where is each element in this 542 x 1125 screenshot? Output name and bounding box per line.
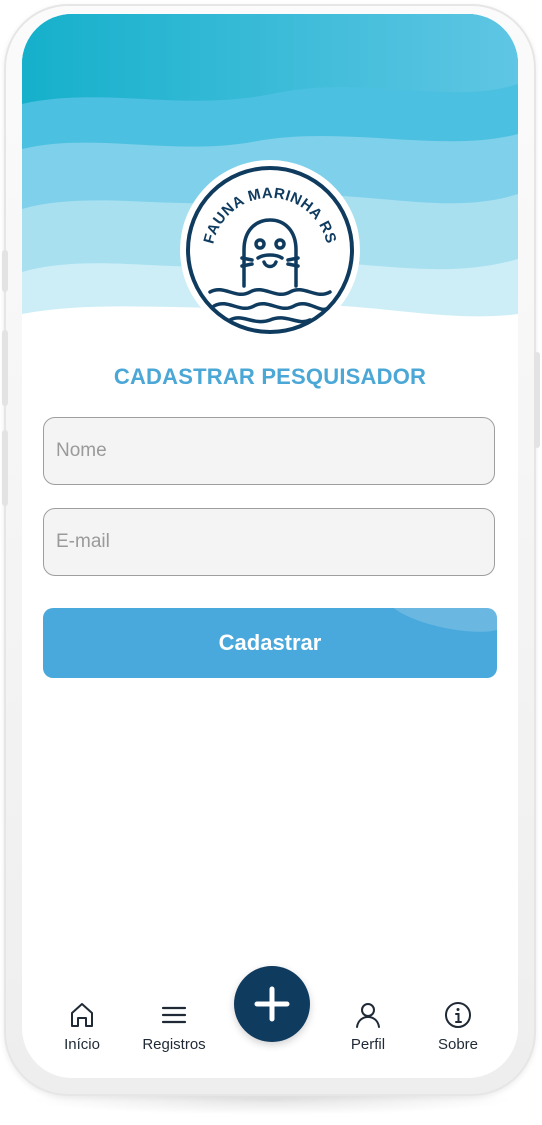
nav-label-inicio: Início xyxy=(64,1036,100,1053)
nav-item-sobre[interactable]: Sobre xyxy=(418,1000,498,1053)
side-button-volume-down xyxy=(2,430,8,506)
email-input[interactable] xyxy=(43,508,495,576)
info-icon xyxy=(445,1002,471,1028)
page-title: CADASTRAR PESQUISADOR xyxy=(113,364,427,389)
device-stage: FAUNA MARINHA RS CADASTRAR PESQUISADOR C… xyxy=(0,0,542,1125)
register-button[interactable]: Cadastrar xyxy=(43,608,497,678)
nav-label-sobre: Sobre xyxy=(437,1036,479,1053)
menu-icon xyxy=(161,1006,187,1024)
button-sheen xyxy=(384,608,497,641)
home-icon xyxy=(71,1003,93,1027)
side-button-volume-up xyxy=(2,330,8,406)
bottom-navigation: Início Registros Perfil Sobre xyxy=(22,966,518,1078)
side-button-power xyxy=(534,352,540,448)
nav-item-inicio[interactable]: Início xyxy=(42,1000,122,1053)
user-icon xyxy=(356,1003,380,1028)
app-screen: FAUNA MARINHA RS CADASTRAR PESQUISADOR C… xyxy=(22,14,518,1078)
register-button-label: Cadastrar xyxy=(218,630,322,655)
plus-icon xyxy=(254,986,290,1022)
nav-item-registros[interactable]: Registros xyxy=(134,1000,214,1053)
name-input[interactable] xyxy=(43,417,495,485)
nav-label-registros: Registros xyxy=(142,1036,206,1053)
side-button-silent xyxy=(2,250,8,292)
nav-item-perfil[interactable]: Perfil xyxy=(328,1000,408,1053)
fauna-marinha-logo: FAUNA MARINHA RS xyxy=(180,160,360,340)
nav-label-perfil: Perfil xyxy=(350,1036,386,1053)
add-record-button[interactable] xyxy=(234,966,310,1042)
